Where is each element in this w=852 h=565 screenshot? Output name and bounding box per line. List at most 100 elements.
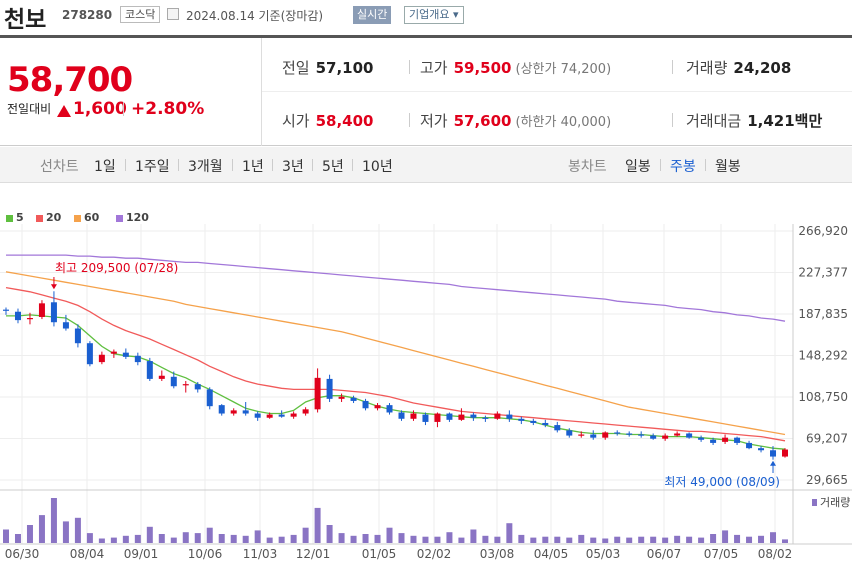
candle-body [266, 414, 273, 418]
candle-body [566, 430, 573, 436]
y-tick-label: 29,665 [806, 473, 848, 487]
stat-prev: 전일 57,100 [282, 59, 374, 77]
candle-body [290, 413, 297, 417]
candle-body [134, 355, 141, 363]
stat-high: 고가 59,500 (상한가 74,200) [420, 59, 612, 77]
candle-body [590, 434, 597, 438]
x-tick-label: 10/06 [188, 547, 223, 561]
clock-icon [167, 8, 179, 20]
volume-bar [266, 537, 273, 543]
candle-body [446, 413, 453, 420]
candle-body [518, 418, 525, 421]
y-tick-label: 227,377 [798, 266, 848, 280]
volume-bar [614, 536, 621, 543]
company-info-dropdown[interactable]: 기업개요 ▾ [404, 6, 464, 24]
candle-body [482, 417, 489, 419]
tab-1week[interactable]: 1주일 [135, 156, 170, 176]
candle-body [194, 384, 201, 390]
ma-line-ma20 [5, 286, 786, 442]
volume-legend-swatch [812, 499, 817, 506]
volume-bar [578, 534, 585, 543]
line-chart-label: 선차트 [40, 159, 79, 175]
volume-bar [242, 535, 249, 543]
stat-low: 저가 57,600 (하한가 40,000) [420, 112, 612, 130]
candle-chart-svg: 266,920 227,377 187,835 148,292 108,750 69,20… [0, 224, 852, 561]
tab-weekly[interactable]: 주봉 [670, 156, 696, 176]
x-tick-label: 11/03 [243, 547, 278, 561]
volume-bar [782, 539, 788, 543]
volume-bar [758, 535, 765, 543]
volume-bar [638, 536, 645, 543]
candle-body [122, 352, 129, 357]
candle-body [26, 318, 33, 320]
candle-body [614, 432, 621, 434]
tab-3year[interactable]: 3년 [282, 156, 304, 176]
tab-1year[interactable]: 1년 [242, 156, 264, 176]
volume-bar [722, 530, 729, 543]
low-annotation: 최저 49,000 (08/09) [664, 475, 780, 489]
candle-body [338, 396, 345, 399]
tab-5year[interactable]: 5년 [322, 156, 344, 176]
candle-body [710, 439, 717, 443]
candle-body [650, 435, 657, 439]
candle-body [314, 377, 321, 410]
tab-1day[interactable]: 1일 [94, 156, 116, 176]
volume-bar [326, 525, 333, 543]
volume-bar [458, 537, 465, 543]
volume-bar [206, 527, 213, 543]
candle-body [62, 322, 69, 329]
candle-body [758, 448, 765, 451]
candle-body [230, 410, 237, 414]
candle-body [170, 376, 177, 387]
candle-body [50, 302, 57, 323]
candle-body [698, 437, 705, 440]
stat-volume: 거래량 24,208 [686, 59, 792, 77]
volume-bar [686, 536, 693, 543]
candle-body [98, 354, 105, 363]
candle-body [770, 450, 777, 457]
period-tabs: 선차트 1일 1주일 3개월 1년 3년 5년 10년 봉차트 일봉 주봉 월봉 [0, 147, 852, 183]
panel-divider [261, 38, 262, 146]
candle-body [458, 414, 465, 420]
price-change: 1,600 [73, 99, 127, 119]
volume-bar [650, 536, 657, 543]
tab-monthly[interactable]: 월봉 [715, 156, 741, 176]
volume-bar [662, 537, 669, 543]
candle-body [530, 420, 537, 423]
volume-bar [290, 534, 297, 543]
candle-body [74, 328, 81, 344]
candle-body [242, 410, 249, 414]
volume-bar [434, 536, 441, 543]
volume-bar [86, 533, 93, 543]
date-label: 2024.08.14 기준(장마감) [186, 9, 324, 23]
volume-bar [494, 536, 501, 543]
volume-bar [470, 529, 477, 543]
candle-body [434, 413, 441, 422]
volume-bar [422, 536, 429, 543]
candle-body [158, 375, 165, 379]
volume-bar [50, 498, 57, 543]
volume-bar [230, 534, 237, 543]
x-tick-label: 08/04 [70, 547, 105, 561]
candle-body [362, 400, 369, 409]
volume-bar [134, 534, 141, 543]
realtime-button[interactable]: 실시간 [353, 6, 392, 24]
volume-bar [302, 527, 309, 543]
tab-10year[interactable]: 10년 [362, 156, 393, 176]
candle-body [602, 432, 609, 438]
x-tick-label: 08/02 [758, 547, 793, 561]
up-triangle-icon [57, 105, 71, 117]
compare-label: 전일대비 [7, 102, 52, 116]
price-panel: 58,700 전일대비 1,600 +2.80% 전일 57,100 고가 59,5… [0, 38, 852, 146]
stat-open: 시가 58,400 [282, 112, 374, 130]
volume-bar [38, 515, 45, 543]
candle-body [218, 405, 225, 414]
market-badge: 코스닥 [120, 6, 161, 23]
stat-amount: 거래대금 1,421백만 [686, 112, 823, 130]
candle-body [746, 442, 753, 449]
tab-daily[interactable]: 일봉 [625, 156, 651, 176]
high-annotation: 최고 209,500 (07/28) [55, 261, 178, 275]
high-arrowhead-icon [50, 284, 57, 290]
tab-3month[interactable]: 3개월 [188, 156, 223, 176]
y-tick-label: 187,835 [798, 307, 848, 321]
